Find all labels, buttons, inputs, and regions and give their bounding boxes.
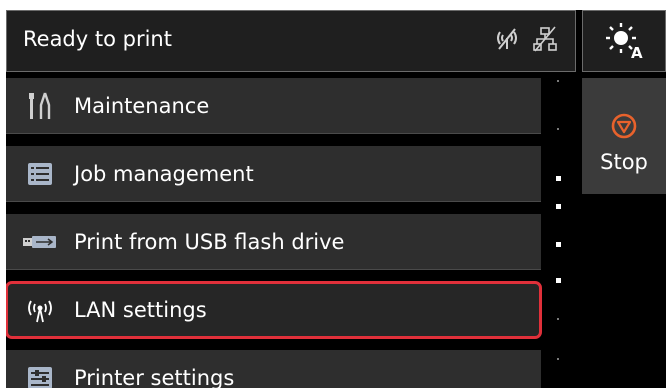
scroll-dot	[557, 358, 559, 360]
printer-settings-icon	[20, 363, 60, 388]
status-text: Ready to print	[23, 27, 172, 51]
menu-item-printer-settings[interactable]: Printer settings	[6, 350, 541, 388]
menu-item-print-from-usb[interactable]: Print from USB flash drive	[6, 214, 541, 270]
brightness-auto-icon: A	[604, 19, 644, 63]
scroll-dot-active	[556, 242, 561, 247]
wireless-off-icon	[493, 25, 521, 57]
scroll-dot-active	[556, 278, 561, 283]
maintenance-tools-icon	[20, 91, 60, 121]
printer-panel-screen: Ready to print A Maintenance Job managem…	[6, 10, 666, 388]
scroll-dot	[557, 128, 559, 130]
usb-flash-drive-icon	[20, 227, 60, 257]
stop-button[interactable]: Stop	[582, 78, 666, 194]
wired-lan-off-icon	[531, 25, 559, 57]
svg-text:A: A	[631, 44, 643, 59]
job-list-icon	[20, 159, 60, 189]
menu-item-job-management[interactable]: Job management	[6, 146, 541, 202]
scroll-indicator[interactable]	[549, 78, 569, 388]
scroll-dot	[557, 318, 559, 320]
scroll-dot-active	[556, 204, 561, 209]
stop-label: Stop	[600, 150, 648, 174]
status-icons	[493, 25, 559, 57]
status-bar[interactable]: Ready to print	[6, 10, 576, 72]
brightness-button[interactable]: A	[582, 10, 666, 72]
scroll-dot	[557, 80, 559, 82]
menu-item-label: Maintenance	[74, 93, 210, 118]
antenna-icon	[20, 295, 60, 325]
menu-item-label: Printer settings	[74, 365, 235, 388]
menu-item-label: Job management	[74, 161, 254, 186]
menu-item-label: LAN settings	[74, 297, 207, 322]
menu-item-maintenance[interactable]: Maintenance	[6, 78, 541, 134]
stop-icon	[610, 112, 638, 144]
menu-item-lan-settings[interactable]: LAN settings	[6, 281, 542, 339]
menu-item-label: Print from USB flash drive	[74, 229, 345, 254]
scroll-dot-active	[556, 176, 561, 181]
